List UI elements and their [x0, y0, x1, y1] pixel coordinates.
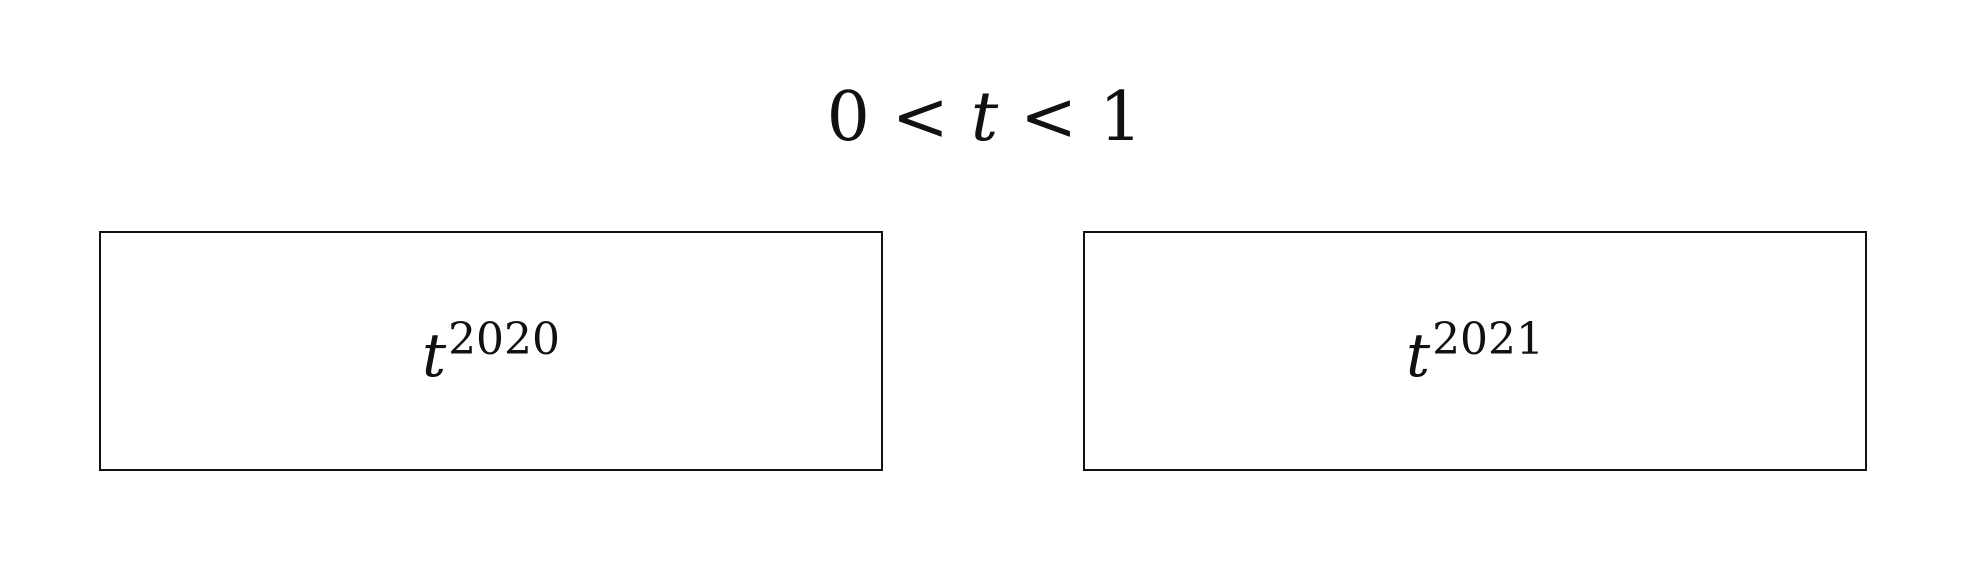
expression-right: t2021 — [1406, 314, 1545, 387]
expression-left-exponent: 2020 — [448, 314, 561, 365]
expression-right-exponent: 2021 — [1432, 314, 1545, 365]
expression-right-base: t — [1405, 321, 1431, 391]
expression-left: t2020 — [422, 314, 561, 387]
upper-bound: 1 — [1099, 78, 1143, 157]
option-box-left[interactable]: t2020 — [99, 231, 883, 471]
variable-t: t — [970, 78, 999, 157]
less-than-sign-1: < — [891, 78, 949, 157]
lower-bound: 0 — [826, 78, 870, 157]
option-box-right[interactable]: t2021 — [1083, 231, 1867, 471]
expression-left-base: t — [421, 321, 447, 391]
less-than-sign-2: < — [1020, 78, 1078, 157]
condition-inequality: 0 < t <1 — [0, 78, 1969, 158]
